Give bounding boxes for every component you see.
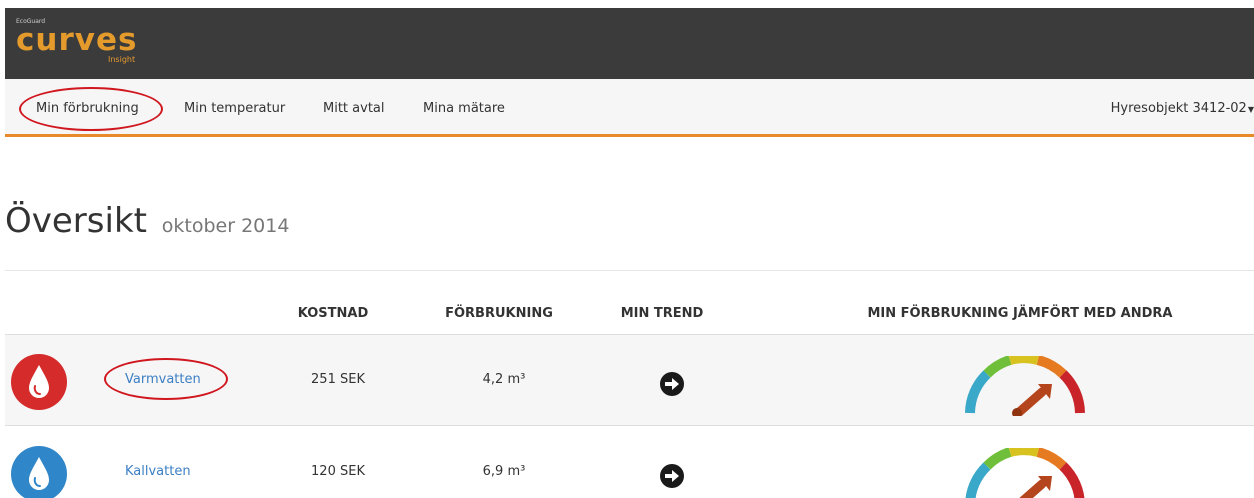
- nav-mina-matare[interactable]: Mina mätare: [423, 79, 505, 137]
- app-header: EcoGuard curves Insight: [5, 8, 1254, 79]
- table-row: Kallvatten 120 SEK 6,9 m³: [5, 427, 1254, 498]
- page-title-text: Översikt: [5, 201, 147, 241]
- caret-down-icon: ▼: [1247, 105, 1254, 114]
- main-navbar: Min förbrukning Min temperatur Mitt avta…: [5, 79, 1254, 137]
- header-jamfort: MIN FÖRBRUKNING JÄMFÖRT MED ANDRA: [867, 306, 1173, 321]
- consumption-cell: 6,9 m³: [482, 464, 526, 479]
- cold-water-drop-icon: [11, 446, 67, 498]
- page-title: Översikt oktober 2014: [5, 201, 289, 241]
- comparison-gauge-icon: [960, 353, 1090, 419]
- logo-wordmark: curves: [16, 22, 138, 58]
- nav-mitt-avtal[interactable]: Mitt avtal: [323, 79, 385, 137]
- header-min-trend: MIN TREND: [620, 306, 704, 321]
- hot-water-drop-icon: [11, 354, 67, 410]
- arrow-right-icon[interactable]: [659, 463, 685, 489]
- nav-min-forbrukning[interactable]: Min förbrukning: [36, 79, 139, 137]
- consumption-cell: 4,2 m³: [482, 372, 526, 387]
- cost-cell: 251 SEK: [311, 372, 365, 387]
- header-forbrukning: FÖRBRUKNING: [445, 306, 553, 321]
- comparison-gauge-icon: [960, 445, 1090, 498]
- object-dropdown-label: Hyresobjekt 3412-02: [1110, 101, 1247, 116]
- cost-cell: 120 SEK: [311, 464, 365, 479]
- object-dropdown[interactable]: Hyresobjekt 3412-02▼: [1111, 79, 1254, 137]
- page-subtitle: oktober 2014: [161, 215, 290, 237]
- table-row: Varmvatten 251 SEK 4,2 m³: [5, 334, 1254, 426]
- kallvatten-link[interactable]: Kallvatten: [125, 464, 191, 479]
- logo-subtitle: Insight: [108, 55, 136, 64]
- nav-min-temperatur[interactable]: Min temperatur: [184, 79, 285, 137]
- header-kostnad: KOSTNAD: [297, 306, 369, 321]
- varmvatten-link[interactable]: Varmvatten: [125, 372, 201, 387]
- arrow-right-icon[interactable]: [659, 371, 685, 397]
- title-divider: [5, 270, 1254, 271]
